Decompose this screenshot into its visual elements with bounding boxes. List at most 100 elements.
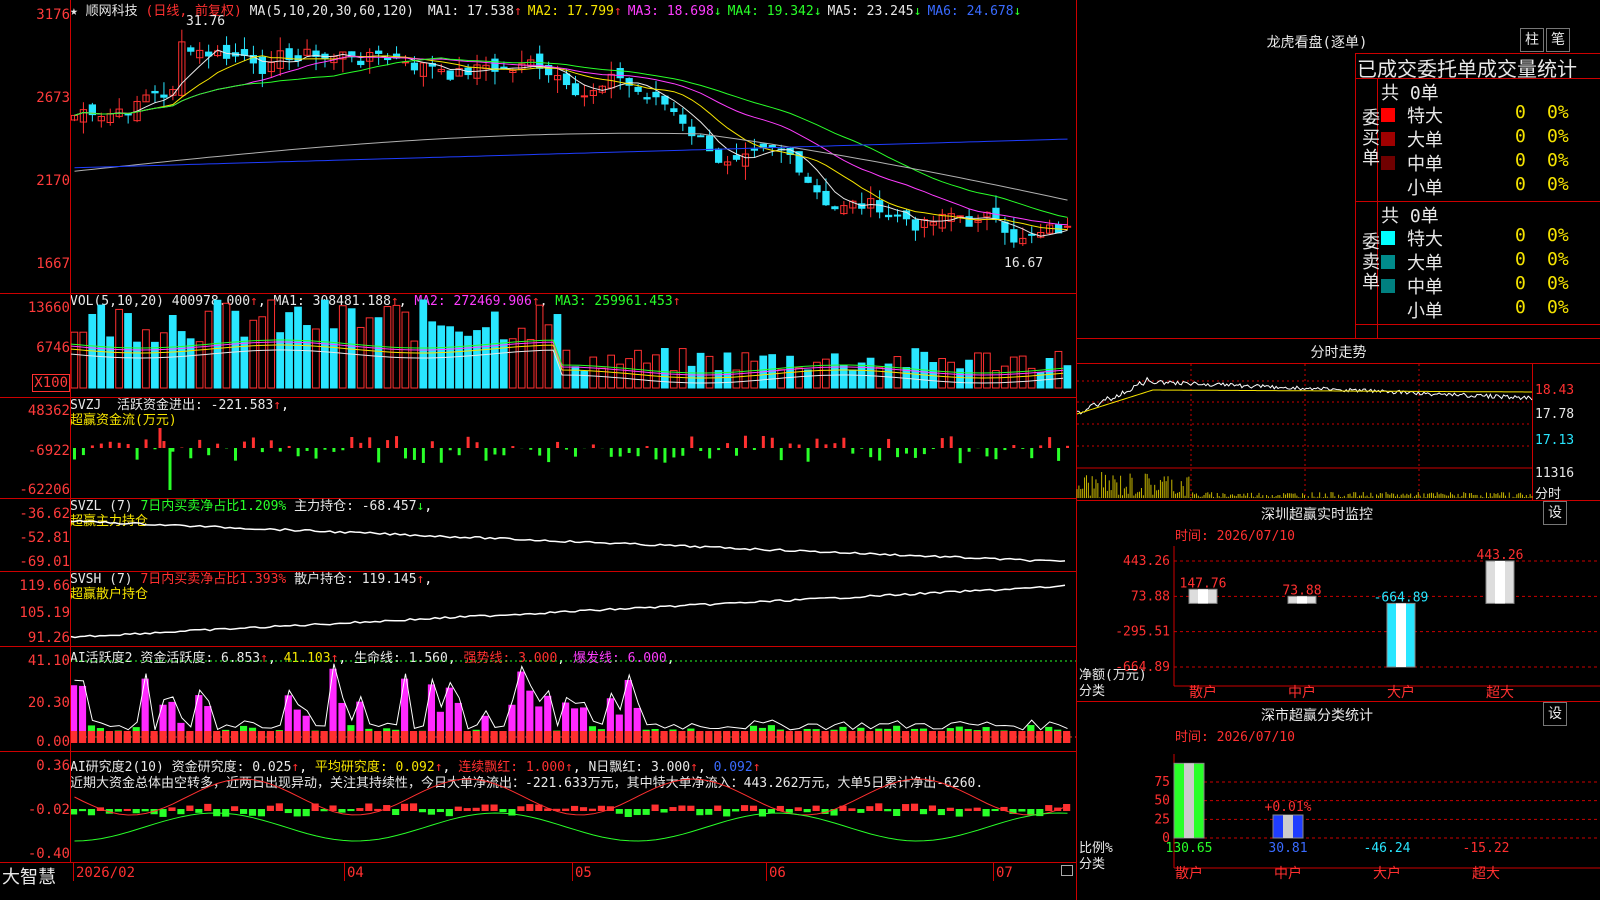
- volume-bar: [222, 302, 231, 389]
- ai-activity-panel[interactable]: AI活跃度2 资金活跃度: 6.853↑, 41.103↑, 生命线: 1.56…: [0, 647, 1076, 751]
- svzj-bars: [72, 428, 1070, 490]
- research-bar: [705, 809, 713, 815]
- moving-average-line: [74, 57, 1068, 218]
- axis-date: 04: [347, 865, 364, 881]
- research-bar: [928, 805, 937, 811]
- research-bar: [642, 809, 650, 815]
- activity-base: [749, 731, 758, 743]
- order-percent: 0%: [1547, 297, 1569, 318]
- research-bar: [812, 805, 820, 811]
- volume-bar: [455, 331, 463, 389]
- research-bar: [973, 807, 981, 811]
- activity-base: [409, 731, 418, 743]
- activity-base: [374, 731, 382, 743]
- volume-bar: [947, 361, 955, 389]
- activity-base: [96, 731, 104, 743]
- research-bar: [982, 809, 990, 817]
- bottom-time-axis[interactable]: 大智慧 2026/02 04 05 06 07: [0, 863, 1076, 900]
- volume-bar: [231, 310, 240, 389]
- lock-icon[interactable]: [1061, 865, 1073, 876]
- activity-base: [445, 731, 453, 743]
- research-bar: [418, 809, 427, 813]
- activity-base: [195, 731, 203, 743]
- volume-panel[interactable]: VOL(5,10,20) 400978.000↑, MA1: 308481.18…: [0, 294, 1076, 397]
- research-bar: [132, 809, 140, 814]
- research-bar: [454, 806, 462, 811]
- research-bar: [571, 805, 579, 811]
- order-size-swatch: [1381, 255, 1395, 269]
- research-bar: [266, 805, 274, 811]
- bar-value-label: -664.89: [1374, 590, 1429, 605]
- activity-base: [588, 731, 597, 743]
- volume-bar: [839, 365, 848, 389]
- main-y-axis: 3176 2673 2170 1667: [0, 0, 70, 293]
- activity-base: [517, 731, 525, 743]
- order-size-swatch: [1381, 132, 1395, 146]
- research-bar: [902, 804, 910, 811]
- activity-base: [490, 731, 498, 743]
- intraday-panel[interactable]: 分时走势 18.43 17.78 17.13 11316 分时: [1076, 339, 1600, 502]
- candle-body: [357, 60, 365, 66]
- moving-average-line: [74, 138, 1068, 169]
- candlestick-chart[interactable]: [70, 16, 1076, 293]
- y-tick: 41.10: [27, 653, 70, 669]
- y-tick: 25: [1154, 812, 1170, 827]
- activity-base: [1045, 731, 1053, 743]
- sz-classify-chart: 7550250130.65散户30.81中户-46.24大户-15.22超大+0…: [1079, 754, 1600, 882]
- research-bar: [732, 809, 740, 812]
- bar-mode-button[interactable]: 柱: [1520, 28, 1544, 52]
- activity-base: [553, 731, 561, 743]
- volume-unit-badge[interactable]: X100: [32, 374, 70, 392]
- candle-body: [911, 219, 920, 231]
- research-bar: [293, 809, 301, 817]
- research-bar: [427, 809, 436, 815]
- svzj-panel[interactable]: SVZJ 活跃资金进出: -221.583↑, 超赢资金流(万元) 48362 …: [0, 398, 1076, 498]
- sz-classify-panel[interactable]: 深市超赢分类统计 设 时间: 2026/07/10 75 50 25 0 130.65 散…: [1077, 702, 1600, 900]
- research-bar: [660, 809, 668, 813]
- research-bar: [579, 807, 588, 811]
- volume-bar: [115, 308, 123, 389]
- order-size-name: 大单: [1407, 253, 1443, 274]
- activity-base: [562, 731, 570, 743]
- order-size-name: 小单: [1407, 301, 1443, 322]
- intraday-volume-tick: 11316: [1535, 466, 1575, 481]
- activity-base: [78, 731, 87, 743]
- volume-bar: [490, 311, 499, 389]
- volume-bar: [142, 329, 150, 389]
- activity-base: [356, 731, 364, 743]
- category-label: 中户: [1274, 865, 1302, 882]
- main-chart-panel[interactable]: ★ 顺网科技 (日线, 前复权) MA(5,10,20,30,60,120) M…: [0, 0, 1076, 293]
- order-count: 0: [1515, 273, 1526, 294]
- y-tick: 48362: [27, 403, 70, 419]
- candle-body: [831, 206, 839, 210]
- activity-base: [571, 731, 579, 743]
- volume-bars: [69, 299, 1072, 389]
- ai-research-panel[interactable]: AI研究度2(10) 资金研究度: 0.025↑, 平均研究度: 0.092↑,…: [0, 752, 1076, 862]
- activity-base: [1009, 731, 1017, 743]
- svzl-panel[interactable]: SVZL (7) 7日内买卖净占比1.209% 主力持仓: -68.457↓, …: [0, 499, 1076, 571]
- research-green-line: [74, 812, 1068, 842]
- axis-date: 2026/02: [76, 865, 136, 881]
- research-bar: [937, 809, 945, 816]
- activity-base: [955, 731, 963, 743]
- sz-monitor-panel[interactable]: 深圳超赢实时监控 设 时间: 2026/07/10 443.26 73.88 -29…: [1077, 501, 1600, 701]
- volume-bar: [106, 336, 114, 389]
- research-bar: [517, 806, 525, 811]
- y-tick: 75: [1154, 775, 1170, 790]
- volume-bar: [473, 330, 481, 389]
- research-bar: [1027, 809, 1035, 815]
- ai-activity-y-axis: 41.10 20.30 0.00: [0, 647, 70, 751]
- volume-bar: [750, 360, 759, 389]
- pen-mode-button[interactable]: 笔: [1546, 28, 1570, 52]
- y-tick: -52.81: [19, 530, 70, 546]
- activity-base: [991, 731, 999, 743]
- ai-activity-bars: [70, 660, 1076, 743]
- activity-base: [785, 731, 793, 743]
- research-bar: [848, 808, 856, 811]
- activity-base: [848, 731, 856, 743]
- volume-bar: [848, 369, 857, 389]
- order-percent: 0%: [1547, 273, 1569, 294]
- research-bar: [159, 809, 167, 817]
- bar-value-label: -15.22: [1463, 841, 1510, 856]
- svsh-panel[interactable]: SVSH (7) 7日内买卖净占比1.393% 散户持仓: 119.145↑, …: [0, 572, 1076, 646]
